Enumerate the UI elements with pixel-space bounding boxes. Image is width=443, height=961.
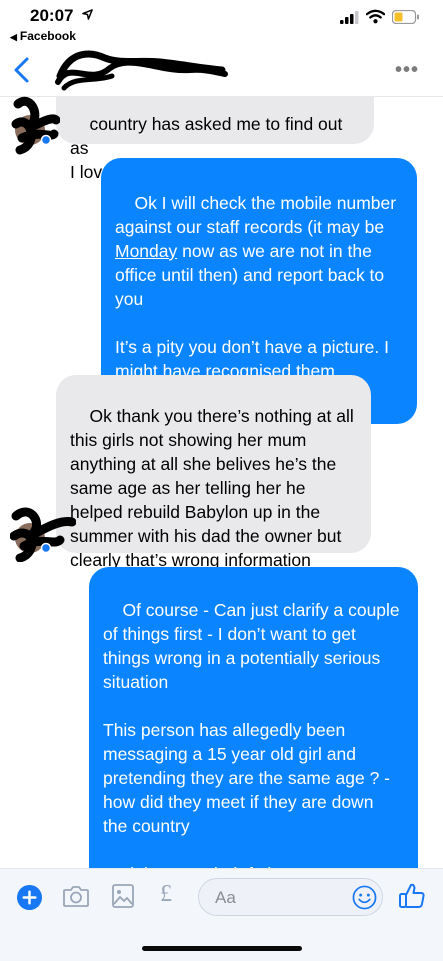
message-text: Ok thank you there’s nothing at all this… <box>70 406 354 570</box>
back-app-label: Facebook <box>19 29 76 43</box>
redacted-contact-scribble <box>55 50 228 91</box>
message-thread[interactable]: country has asked me to find out as I lo… <box>0 96 443 868</box>
status-bar: 20:07 ◀ Facebook <box>0 0 443 44</box>
back-chevron-icon[interactable] <box>10 56 34 84</box>
thumbs-up-icon[interactable] <box>398 882 426 910</box>
signal-icon <box>340 11 359 24</box>
clock: 20:07 <box>30 6 74 25</box>
home-indicator[interactable] <box>142 946 302 951</box>
message-text-after: now as we are not in the office until th… <box>115 241 390 381</box>
conversation-header: ••• <box>0 44 443 97</box>
plus-icon[interactable] <box>16 884 43 911</box>
location-arrow-icon <box>82 9 93 20</box>
more-options-button[interactable]: ••• <box>395 59 419 82</box>
redacted-avatar <box>10 507 76 562</box>
date-link[interactable]: Monday <box>115 241 177 261</box>
incoming-message: Ok thank you there’s nothing at all this… <box>56 375 371 570</box>
gallery-icon[interactable] <box>111 883 135 909</box>
battery-icon <box>392 10 419 24</box>
back-triangle-icon: ◀ <box>10 32 17 42</box>
redacted-avatar <box>11 97 60 155</box>
back-to-app-link[interactable]: ◀ Facebook <box>10 29 76 43</box>
message-text-before: Ok I will check the mobile number agains… <box>115 193 397 237</box>
payment-pound-icon[interactable]: £ <box>160 881 172 908</box>
message-input-placeholder: Aa <box>215 888 236 907</box>
emoji-icon[interactable] <box>352 885 377 910</box>
camera-icon[interactable] <box>62 884 90 908</box>
incoming-message: country has asked me to find out as I lo… <box>56 96 374 182</box>
wifi-icon <box>366 9 385 24</box>
message-text: Of course - Can just clarify a couple of… <box>103 600 400 868</box>
message-input[interactable]: Aa <box>198 878 383 916</box>
outgoing-message: Of course - Can just clarify a couple of… <box>89 567 418 868</box>
